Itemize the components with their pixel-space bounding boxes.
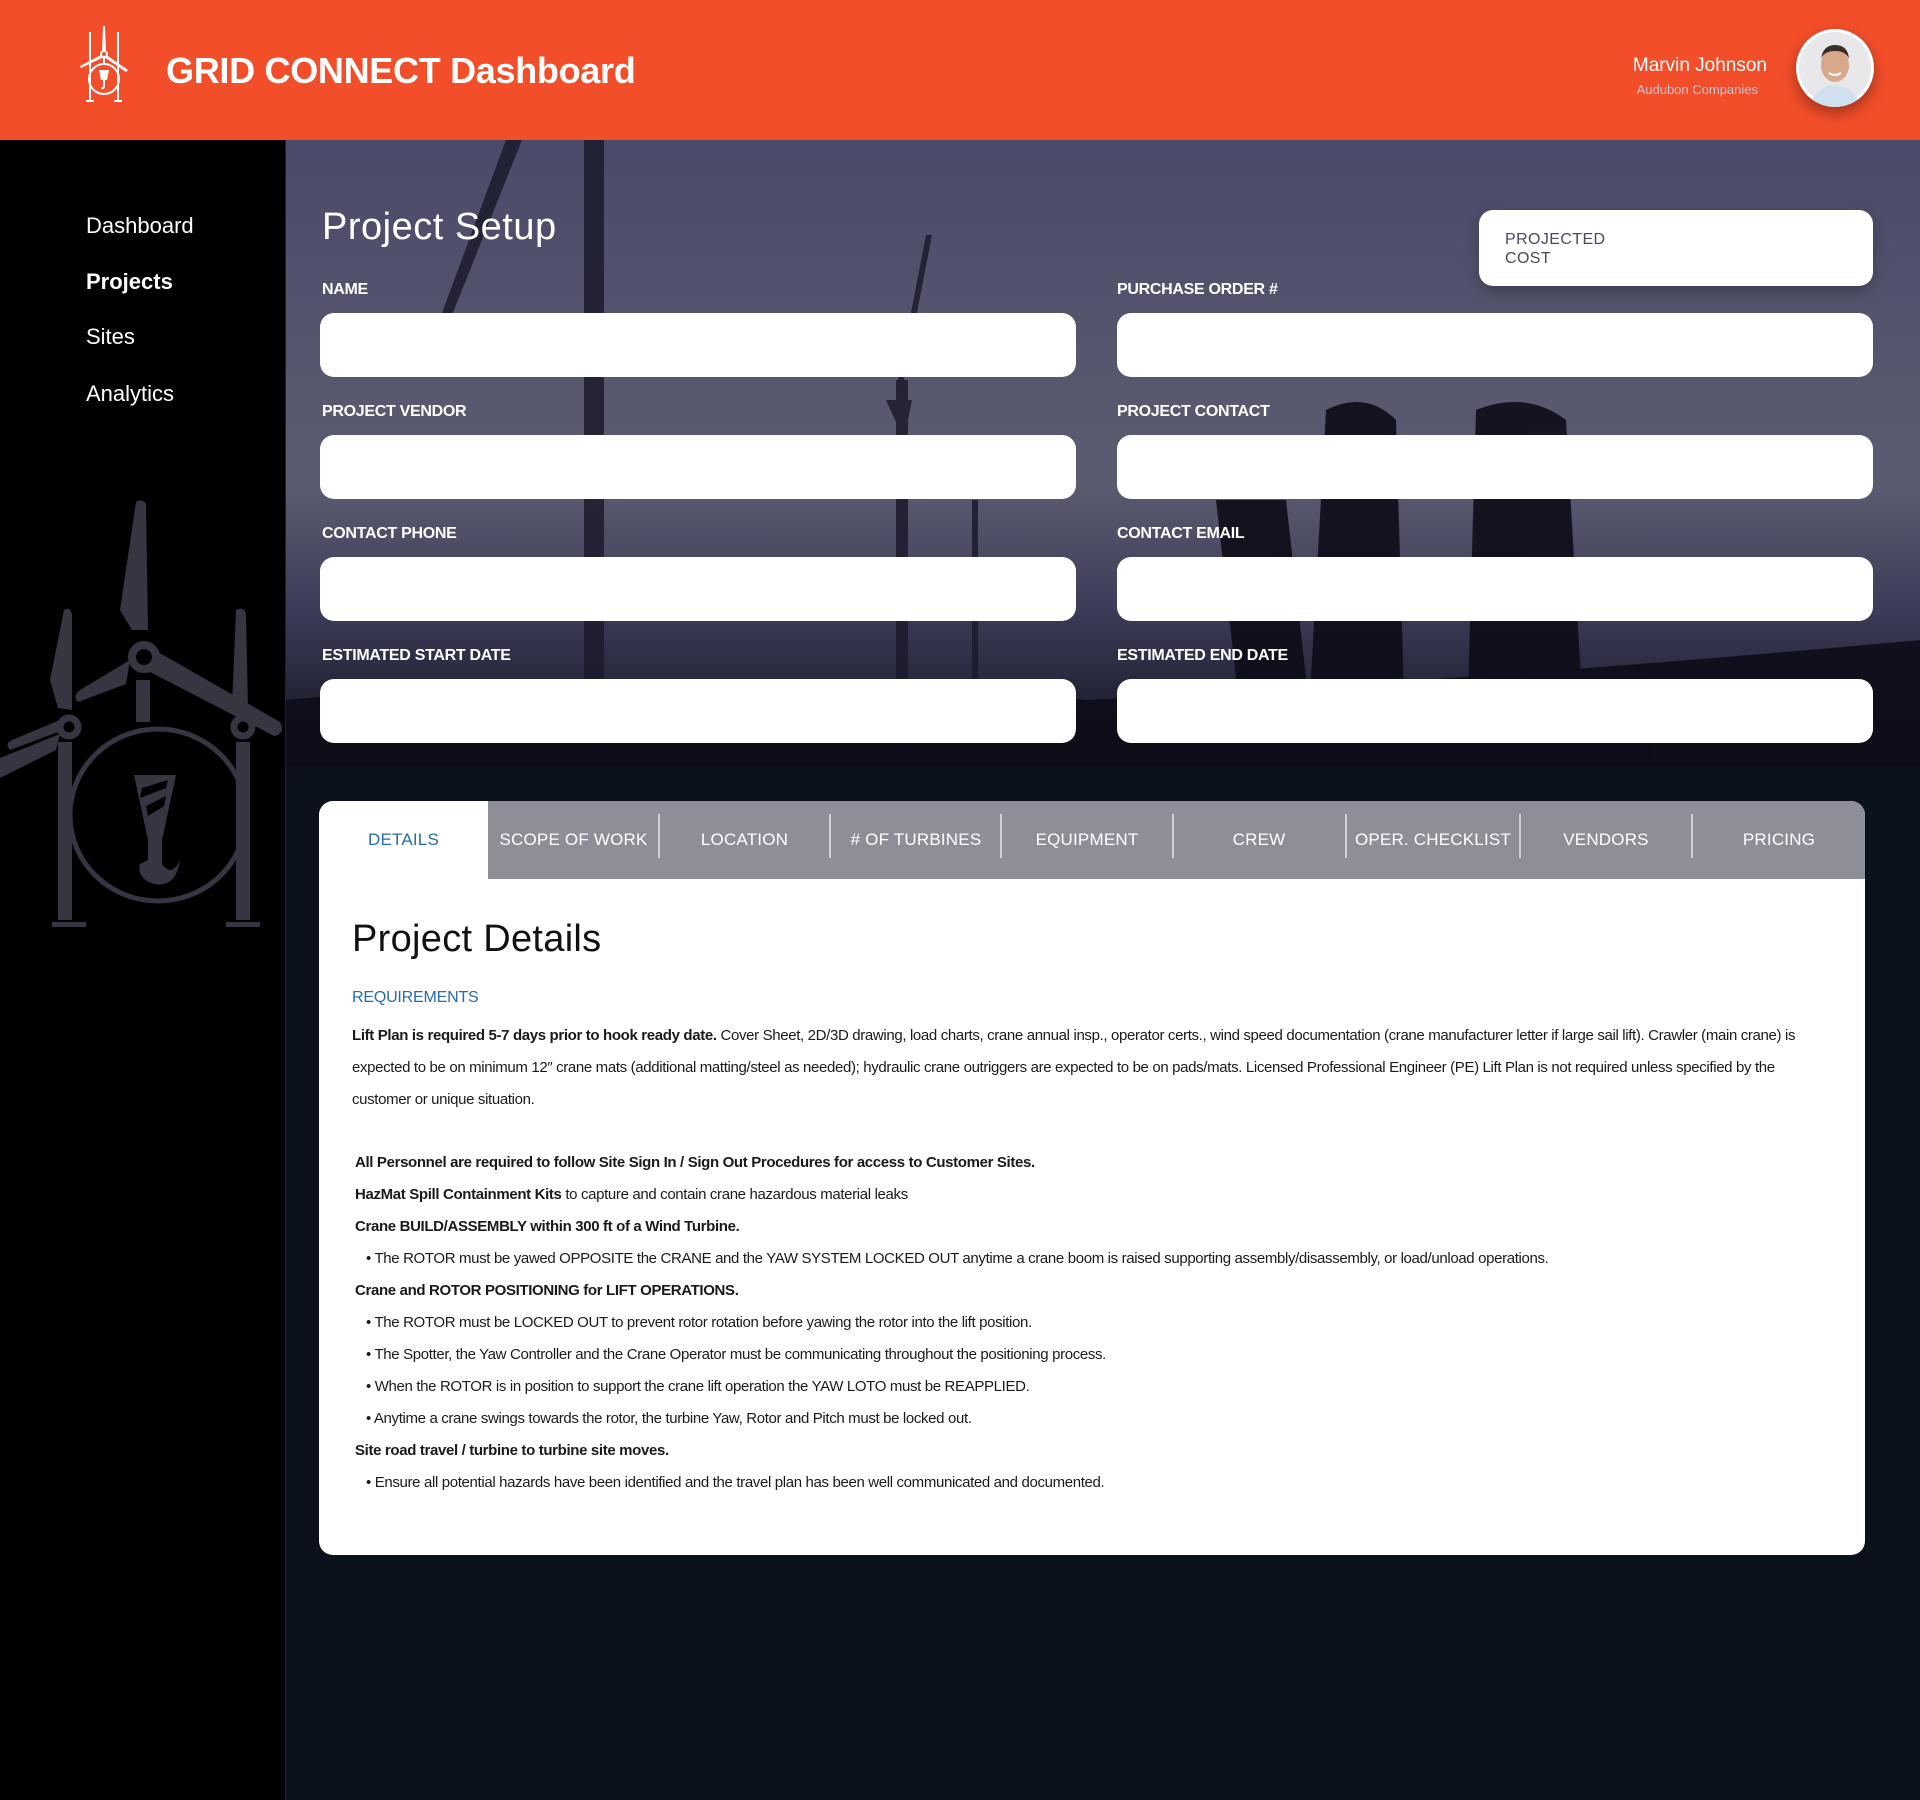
requirements-label: REQUIREMENTS [352,989,479,1006]
purchase-order-label: PURCHASE ORDER # [1117,281,1278,298]
requirement-bullet: • Ensure all potential hazards have been… [366,1474,1105,1491]
project-details-panel: DETAILS SCOPE OF WORK LOCATION # OF TURB… [319,801,1865,1555]
requirement-line: Crane and ROTOR POSITIONING for LIFT OPE… [355,1282,739,1299]
tab-scope-of-work[interactable]: SCOPE OF WORK [488,801,659,879]
requirement-heading: Crane BUILD/ASSEMBLY within 300 ft of a … [355,1218,740,1235]
contact-phone-input[interactable] [320,557,1076,621]
requirement-heading: Site road travel / turbine to turbine si… [355,1442,669,1459]
requirement-line: Site road travel / turbine to turbine si… [355,1442,669,1459]
requirement-bullet: • When the ROTOR is in position to suppo… [366,1378,1030,1395]
requirement-line: Crane BUILD/ASSEMBLY within 300 ft of a … [355,1218,740,1235]
contact-email-input[interactable] [1117,557,1873,621]
contact-email-label: CONTACT EMAIL [1117,525,1245,542]
details-title: Project Details [352,918,602,960]
wind-turbine-crane-hook-illustration-icon [0,500,282,927]
requirement-line: HazMat Spill Containment Kits to capture… [355,1186,908,1203]
user-avatar[interactable] [1796,29,1874,107]
name-input[interactable] [320,313,1076,377]
project-vendor-input[interactable] [320,435,1076,499]
project-contact-input[interactable] [1117,435,1873,499]
tab-pricing[interactable]: PRICING [1693,801,1865,879]
purchase-order-input[interactable] [1117,313,1873,377]
project-vendor-label: PROJECT VENDOR [322,403,467,420]
tab-vendors[interactable]: VENDORS [1521,801,1691,879]
tab-equipment[interactable]: EQUIPMENT [1002,801,1172,879]
requirement-heading: Crane and ROTOR POSITIONING for LIFT OPE… [355,1282,739,1299]
sidebar-item-analytics[interactable]: Analytics [86,381,174,407]
project-setup-section: Project Setup PROJECTED COST NAME PURCHA… [286,140,1920,766]
tab-bar: DETAILS SCOPE OF WORK LOCATION # OF TURB… [319,801,1865,879]
tab-number-of-turbines[interactable]: # OF TURBINES [831,801,1001,879]
estimated-start-date-label: ESTIMATED START DATE [322,647,511,664]
user-name[interactable]: Marvin Johnson [1633,55,1767,77]
requirement-heading: All Personnel are required to follow Sit… [355,1154,1035,1171]
lift-plan-requirement: Lift Plan is required 5-7 days prior to … [352,1020,1832,1116]
tab-crew[interactable]: CREW [1174,801,1344,879]
user-organization: Audubon Companies [1636,82,1758,97]
lift-plan-bold: Lift Plan is required 5-7 days prior to … [352,1027,717,1044]
project-contact-label: PROJECT CONTACT [1117,403,1270,420]
projected-cost-label: PROJECTED COST [1505,231,1606,267]
app-title: GRID CONNECT Dashboard [166,50,636,91]
sidebar: Dashboard Projects Sites Analytics [0,140,286,1800]
estimated-end-date-label: ESTIMATED END DATE [1117,647,1288,664]
name-label: NAME [322,281,368,298]
requirement-heading: HazMat Spill Containment Kits [355,1186,562,1203]
tab-location[interactable]: LOCATION [660,801,829,879]
tab-details[interactable]: DETAILS [319,801,488,879]
requirement-bullet: • Anytime a crane swings towards the rot… [366,1410,972,1427]
page-title: Project Setup [322,206,557,248]
requirement-line: All Personnel are required to follow Sit… [355,1154,1035,1171]
wind-turbine-crane-hook-logo-icon [80,26,128,102]
estimated-end-date-input[interactable] [1117,679,1873,743]
tab-oper-checklist[interactable]: OPER. CHECKLIST [1347,801,1519,879]
estimated-start-date-input[interactable] [320,679,1076,743]
sidebar-item-dashboard[interactable]: Dashboard [86,213,194,239]
app-header: GRID CONNECT Dashboard Marvin Johnson Au… [0,0,1920,140]
requirement-bullet: • The ROTOR must be yawed OPPOSITE the C… [366,1250,1549,1267]
requirement-text: to capture and contain crane hazardous m… [561,1186,908,1203]
sidebar-item-projects[interactable]: Projects [86,269,173,295]
user-avatar-icon [1799,32,1871,107]
projected-cost-card: PROJECTED COST [1479,210,1873,286]
contact-phone-label: CONTACT PHONE [322,525,457,542]
requirement-bullet: • The Spotter, the Yaw Controller and th… [366,1346,1106,1363]
requirement-bullet: • The ROTOR must be LOCKED OUT to preven… [366,1314,1032,1331]
sidebar-item-sites[interactable]: Sites [86,324,135,350]
